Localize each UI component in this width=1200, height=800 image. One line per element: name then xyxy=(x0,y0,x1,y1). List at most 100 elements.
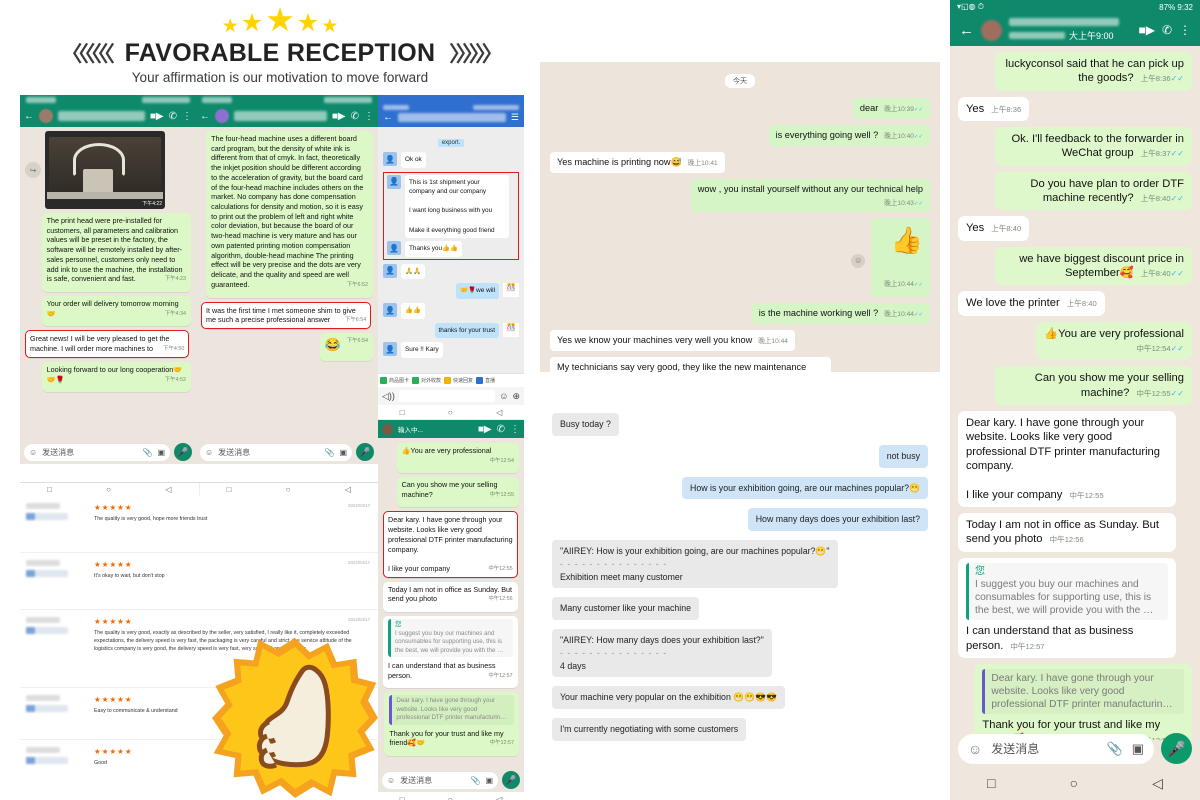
camera-icon[interactable]: ▣ xyxy=(157,448,165,457)
attachment-clip-icon[interactable]: 📎 xyxy=(1107,741,1123,757)
message-input[interactable]: 发送消息 xyxy=(400,775,465,786)
avatar[interactable] xyxy=(981,19,1002,41)
thumbs-up-badge xyxy=(212,638,378,798)
chat-bubble-emoji: 😂 下午6:54 xyxy=(319,332,373,362)
right-message-list[interactable]: luckyconsol said that he can pick up the… xyxy=(950,46,1200,740)
camera-icon[interactable]: ▣ xyxy=(339,448,347,457)
avatar[interactable]: 👤 xyxy=(387,174,401,189)
chat-panel-1: ← ■▶ ✆ ⋮ ↪ 下午4:22 The print head were pr… xyxy=(20,95,196,465)
phone-call-icon[interactable]: ✆ xyxy=(351,111,359,122)
back-arrow-icon[interactable]: ← xyxy=(383,112,393,123)
recents-square-icon[interactable]: □ xyxy=(987,775,995,791)
video-message-thumbnail[interactable]: 下午4:22 xyxy=(45,131,165,209)
tool-product-card[interactable]: 商品图卡 xyxy=(380,377,409,384)
reply-text: Exhibition meet many customer xyxy=(560,571,683,582)
back-arrow-icon[interactable]: ← xyxy=(24,111,34,122)
home-circle-icon[interactable]: ○ xyxy=(448,408,453,417)
avatar[interactable]: 👤 xyxy=(383,303,397,318)
emoji-icon[interactable]: ☺ xyxy=(499,391,508,401)
quote-text: "AIIREY: How many days does your exhibit… xyxy=(560,635,764,645)
back-triangle-icon[interactable]: ◁ xyxy=(345,485,351,494)
status-bar: ▾◱◍ ⏱ 87% 9:32 xyxy=(950,0,1200,14)
message-input-bar[interactable]: ☺ 发送消息 📎 ▣ 🎤 xyxy=(378,768,524,792)
back-triangle-icon[interactable]: ◁ xyxy=(165,485,171,494)
chat-bubble: We love the printer 上午8:40 xyxy=(958,291,1105,316)
phone-call-icon[interactable]: ✆ xyxy=(169,111,177,122)
message-input[interactable]: 发送消息 xyxy=(991,740,1097,757)
avatar[interactable]: 👤 xyxy=(383,263,397,278)
recents-square-icon[interactable]: □ xyxy=(400,795,405,800)
camera-icon[interactable]: ▣ xyxy=(1132,741,1144,757)
reply-text: 4 days xyxy=(560,660,586,671)
message-time: 下午6:54 xyxy=(344,317,367,324)
back-triangle-icon[interactable]: ◁ xyxy=(496,795,502,800)
home-circle-icon[interactable]: ○ xyxy=(106,485,111,494)
forward-icon[interactable]: ↪ xyxy=(25,162,41,178)
recents-square-icon[interactable]: □ xyxy=(227,485,232,494)
phone-call-icon[interactable]: ✆ xyxy=(1162,23,1172,37)
microphone-icon[interactable]: 🎤 xyxy=(1161,733,1192,764)
emoji-icon[interactable]: ☺ xyxy=(968,741,982,757)
message-input[interactable]: 发送消息 xyxy=(218,447,319,458)
chat-bubble: Your machine very popular on the exhibit… xyxy=(552,686,786,709)
back-arrow-icon[interactable]: ← xyxy=(959,22,974,39)
camera-icon[interactable]: ▣ xyxy=(485,776,493,785)
back-triangle-icon[interactable]: ◁ xyxy=(1152,775,1163,792)
home-circle-icon[interactable]: ○ xyxy=(448,795,453,800)
video-call-icon[interactable]: ■▶ xyxy=(478,424,492,435)
avatar[interactable]: 👤 xyxy=(387,241,401,256)
back-triangle-icon[interactable]: ◁ xyxy=(496,408,502,417)
attachment-clip-icon[interactable]: 📎 xyxy=(470,776,480,785)
review-item[interactable]: ★★★★★ It's okay to wait, but don't stop … xyxy=(20,553,378,610)
message-input[interactable]: 发送消息 xyxy=(42,447,137,458)
emoji-icon[interactable]: ☺ xyxy=(29,448,37,457)
tool-external-payment[interactable]: 对外收款 xyxy=(412,377,441,384)
recents-square-icon[interactable]: □ xyxy=(400,408,405,417)
avatar[interactable]: 👤 xyxy=(383,152,397,166)
avatar[interactable] xyxy=(215,109,229,123)
right-message-input-bar[interactable]: ☺ 发送消息 📎 ▣ 🎤 xyxy=(950,733,1200,764)
sticker-icon: 🎊 xyxy=(503,283,519,298)
message-input-bar[interactable]: ☺ 发送消息 📎 ▣ 🎤 xyxy=(20,440,196,464)
avatar[interactable] xyxy=(39,109,53,123)
message-input[interactable] xyxy=(398,390,496,402)
emoji-icon[interactable]: ☺ xyxy=(387,776,395,785)
home-circle-icon[interactable]: ○ xyxy=(1070,775,1078,791)
wechat-input-bar[interactable]: ◁)) ☺ ⊕ xyxy=(378,387,524,405)
message-input-bar[interactable]: ☺ 发送消息 📎 ▣ 🎤 xyxy=(196,440,378,464)
overflow-menu-icon[interactable]: ⋮ xyxy=(364,111,374,122)
tool-live[interactable]: 直播 xyxy=(476,377,495,384)
video-call-icon[interactable]: ■▶ xyxy=(332,111,346,122)
chat-bubble: 👍You are very professional 中午12:54✓✓ xyxy=(1036,321,1192,361)
chat-menu-icon[interactable]: ☰ xyxy=(511,112,519,123)
video-call-icon[interactable]: ■▶ xyxy=(150,111,164,122)
attachment-clip-icon[interactable]: 📎 xyxy=(142,448,152,457)
home-circle-icon[interactable]: ○ xyxy=(286,485,291,494)
microphone-icon[interactable]: 🎤 xyxy=(502,771,520,789)
review-stars: ★★★★★ xyxy=(94,617,133,626)
chat-bubble: Ok. I'll feedback to the forwarder in We… xyxy=(995,126,1192,166)
message-time: 上午8:36 xyxy=(991,104,1022,114)
plus-more-icon[interactable]: ⊕ xyxy=(512,391,520,402)
chat-bubble: Looking forward to our long cooperation🤝… xyxy=(41,361,191,393)
avatar[interactable] xyxy=(382,423,393,435)
back-arrow-icon[interactable]: ← xyxy=(200,111,210,122)
video-call-icon[interactable]: ■▶ xyxy=(1138,23,1154,37)
recents-square-icon[interactable]: □ xyxy=(47,485,52,494)
overflow-menu-icon[interactable]: ⋮ xyxy=(182,111,192,122)
voice-input-icon[interactable]: ◁)) xyxy=(382,391,395,402)
attachment-clip-icon[interactable]: 📎 xyxy=(324,448,334,457)
android-nav-bar: □ ○ ◁ xyxy=(196,464,378,465)
overflow-menu-icon[interactable]: ⋮ xyxy=(510,424,520,435)
quote-body: I suggest you buy our machines and consu… xyxy=(975,579,1154,617)
chat-bubble: I'm currently negotiating with some cust… xyxy=(552,718,747,741)
reaction-icon[interactable]: ☺ xyxy=(851,253,866,268)
microphone-icon[interactable]: 🎤 xyxy=(356,443,374,461)
phone-call-icon[interactable]: ✆ xyxy=(497,424,505,435)
overflow-menu-icon[interactable]: ⋮ xyxy=(1179,23,1191,37)
emoji-icon[interactable]: ☺ xyxy=(205,448,213,457)
tool-quick-reply[interactable]: 快速回复 xyxy=(444,377,473,384)
review-item[interactable]: ★★★★★ The quality is very good, hope mor… xyxy=(20,496,378,553)
microphone-icon[interactable]: 🎤 xyxy=(174,443,192,461)
avatar[interactable]: 👤 xyxy=(383,342,397,357)
